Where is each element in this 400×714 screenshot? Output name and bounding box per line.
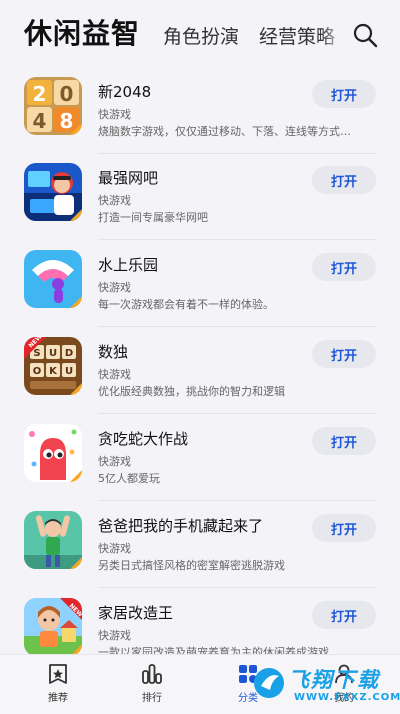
sudoku-icon: S U D O K U NEW [24,337,82,395]
app-category: 快游戏 [98,108,131,121]
list-item[interactable]: 爸爸把我的手机藏起来了 快游戏 另类日式搞怪风格的密室解密逃脱游戏 打开 [0,502,400,588]
app-description: 另类日式搞怪风格的密室解密逃脱游戏 [98,559,285,572]
list-item[interactable]: 最强网吧 快游戏 打造一间专属豪华网吧 打开 [0,154,400,240]
list-item[interactable]: 2 0 4 8 新2048 快游戏 烧脑数字游戏，仅仅通过移动、下落、连线等方式… [0,68,400,154]
watermark-url: WWW.FXXZ.COM [294,692,400,703]
tab-casual-puzzle[interactable]: 休闲益智 [24,12,140,64]
tile-digit: 4 [33,109,47,133]
open-button[interactable]: 打开 [312,340,376,368]
app-title: 数独 [98,343,129,361]
watermark-text: 飞翔下载 [288,668,380,692]
app-title: 家居改造王 [98,604,174,622]
sudoku-letter: U [49,348,57,359]
sudoku-letter: S [33,348,40,359]
app-title: 新2048 [98,83,152,101]
water-park-icon [24,250,82,308]
divider [98,500,376,501]
app-description: 烧脑数字游戏，仅仅通过移动、下落、连线等方式… [98,125,351,138]
nav-recommend[interactable]: 推荐 [28,663,88,711]
app-list: 2 0 4 8 新2048 快游戏 烧脑数字游戏，仅仅通过移动、下落、连线等方式… [0,64,400,654]
tile-digit: 0 [60,82,74,106]
app-description: 打造一间专属豪华网吧 [98,211,208,224]
open-button[interactable]: 打开 [312,80,376,108]
app-description: 5亿人都爱玩 [98,472,160,485]
app-description: 每一次游戏都会有着不一样的体验。 [98,298,274,311]
nav-label: 排行 [142,693,162,704]
divider [98,587,376,588]
sudoku-letter: U [65,366,73,377]
2048-tile-icon: 2 0 4 8 [24,77,82,135]
watermark-logo-icon [254,668,284,698]
ranking-icon [142,664,162,684]
tile-digit: 8 [60,109,74,133]
app-category: 快游戏 [98,281,131,294]
site-watermark: 飞翔下载 WWW.FXXZ.COM [252,662,400,708]
sudoku-letter: D [65,348,73,359]
open-button[interactable]: 打开 [312,166,376,194]
sudoku-letter: O [33,366,42,377]
tab-fade-overlay [321,20,345,60]
app-description: 优化版经典数独，挑战你的智力和逻辑 [98,385,285,398]
app-category: 快游戏 [98,455,131,468]
list-item[interactable]: NEW 家居改造王 快游戏 一款以家园改造及萌宠养育为主的休闲养成游戏 打开 [0,589,400,654]
list-item[interactable]: 贪吃蛇大作战 快游戏 5亿人都爱玩 打开 [0,415,400,501]
tab-scroller: 角色扮演 经营策略 [145,0,345,64]
list-item[interactable]: S U D O K U NEW 数独 快游戏 优化版经典数独，挑战你的智力和逻辑… [0,328,400,414]
open-button[interactable]: 打开 [312,601,376,629]
app-description: 一款以家园改造及萌宠养育为主的休闲养成游戏 [98,646,329,654]
list-item[interactable]: 水上乐园 快游戏 每一次游戏都会有着不一样的体验。 打开 [0,241,400,327]
app-title: 爸爸把我的手机藏起来了 [98,517,264,535]
app-category: 快游戏 [98,629,131,642]
divider [98,413,376,414]
divider [98,326,376,327]
app-category: 快游戏 [98,542,131,555]
tile-digit: 2 [33,82,47,106]
app-title: 最强网吧 [98,169,159,187]
recommend-icon [49,664,67,684]
phone-hidden-icon [24,511,82,569]
divider [98,239,376,240]
nav-label: 推荐 [48,693,68,704]
tab-role-play[interactable]: 角色扮演 [163,22,239,64]
nav-ranking[interactable]: 排行 [122,663,182,711]
app-title: 贪吃蛇大作战 [98,430,189,448]
snake-icon [24,424,82,482]
open-button[interactable]: 打开 [312,514,376,542]
app-title: 水上乐园 [98,256,159,274]
internet-cafe-icon [24,163,82,221]
sudoku-letter: K [49,366,58,377]
open-button[interactable]: 打开 [312,427,376,455]
search-icon[interactable] [352,22,378,48]
app-category: 快游戏 [98,368,131,381]
open-button[interactable]: 打开 [312,253,376,281]
home-makeover-icon: NEW [24,598,82,654]
app-category: 快游戏 [98,194,131,207]
